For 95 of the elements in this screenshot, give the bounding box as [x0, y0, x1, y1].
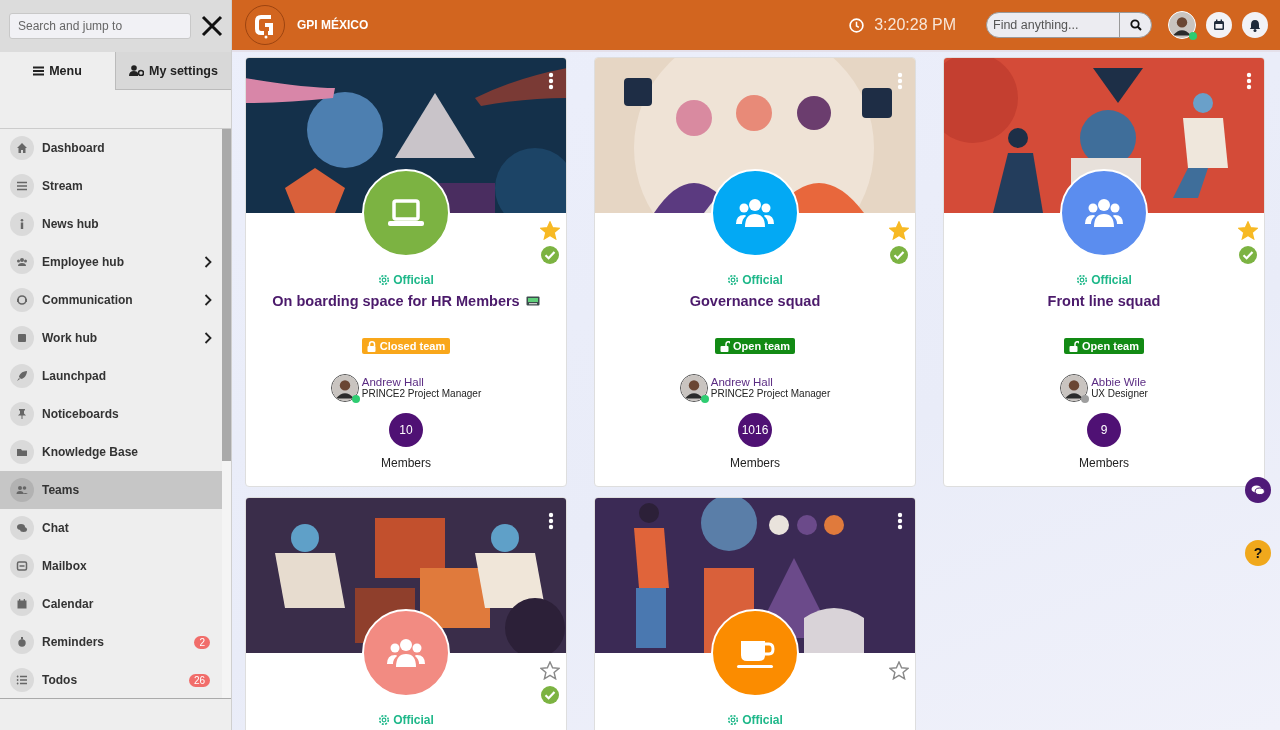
- close-icon[interactable]: [201, 15, 223, 37]
- chat-button[interactable]: [1245, 477, 1271, 503]
- star-icon[interactable]: [540, 221, 560, 240]
- menu-item-icon: [10, 288, 34, 312]
- official-label: Official: [742, 713, 783, 727]
- menu-item[interactable]: News hub: [0, 205, 222, 243]
- owner-name[interactable]: Andrew Hall: [361, 376, 482, 388]
- owner-role: PRINCE2 Project Manager: [361, 388, 482, 400]
- more-options-icon[interactable]: [548, 72, 554, 90]
- menu-item-icon: [10, 364, 34, 388]
- search-field[interactable]: Search and jump to: [9, 13, 191, 39]
- menu-item-icon: [10, 402, 34, 426]
- menu-item[interactable]: Dashboard: [0, 129, 222, 167]
- sidebar-tab[interactable]: My settings: [116, 52, 231, 90]
- star-icon[interactable]: [540, 661, 560, 680]
- member-count: 10: [389, 413, 423, 447]
- menu-item-icon: [10, 554, 34, 578]
- privacy-badge: Open team: [1064, 338, 1144, 354]
- more-options-icon[interactable]: [548, 512, 554, 530]
- gear-icon: [727, 714, 740, 726]
- menu-item[interactable]: Todos 26: [0, 661, 222, 698]
- user-avatar[interactable]: [1168, 11, 1196, 39]
- brand-name: GPI MÉXICO: [297, 18, 369, 32]
- owner-avatar[interactable]: [679, 374, 708, 402]
- gear-icon: [727, 274, 740, 286]
- owner-name[interactable]: Andrew Hall: [710, 376, 831, 388]
- menu-icon: [33, 66, 45, 76]
- help-button[interactable]: ?: [1245, 540, 1271, 566]
- gear-icon: [1076, 274, 1089, 286]
- team-title[interactable]: Governance squad: [689, 293, 821, 309]
- menu-item[interactable]: Employee hub: [0, 243, 222, 281]
- star-icon[interactable]: [889, 221, 909, 240]
- menu-item[interactable]: Calendar: [0, 585, 222, 623]
- members-label: Members: [1079, 456, 1129, 470]
- team-card[interactable]: Official Front line squad Open team Abbie Wile UX Designer 9 Members: [943, 57, 1265, 487]
- menu-item-icon: [10, 250, 34, 274]
- members-label: Members: [730, 456, 780, 470]
- menu-item-icon: [10, 478, 34, 502]
- official-label: Official: [393, 273, 434, 287]
- privacy-badge: Closed team: [361, 338, 451, 354]
- search-icon: [1129, 19, 1142, 31]
- team-card[interactable]: Official Governance squad Open team Andrew Hall PRINCE2 Project Manager 1016 Members: [594, 57, 916, 487]
- menu-item[interactable]: Stream: [0, 167, 222, 205]
- members-label: Members: [381, 456, 431, 470]
- menu-item[interactable]: Reminders 2: [0, 623, 222, 661]
- menu-item-icon: [10, 440, 34, 464]
- team-card[interactable]: Official On boarding space for HR Members Closed team Andrew Hall PRINCE2 Project Manager 10 Members: [245, 57, 567, 487]
- official-label: Official: [393, 713, 434, 727]
- gear-icon: [378, 714, 391, 726]
- menu-item-icon: [10, 592, 34, 616]
- owner-role: PRINCE2 Project Manager: [710, 388, 831, 400]
- menu-item-icon: [10, 516, 34, 540]
- sidebar-tab[interactable]: Menu: [0, 52, 116, 90]
- menu-item[interactable]: Knowledge Base: [0, 433, 222, 471]
- scrollbar-thumb[interactable]: [222, 129, 231, 461]
- team-title[interactable]: On boarding space for HR Members: [272, 293, 520, 309]
- owner-avatar[interactable]: [330, 374, 359, 402]
- search-bar[interactable]: Find anything...: [986, 12, 1152, 38]
- search-field[interactable]: Find anything...: [987, 18, 1119, 32]
- team-title[interactable]: Front line squad: [1047, 293, 1161, 309]
- menu-item-icon: [10, 212, 34, 236]
- bell-icon: [1249, 18, 1261, 32]
- menu-item[interactable]: Mailbox: [0, 547, 222, 585]
- menu-item-icon: [10, 326, 34, 350]
- star-icon[interactable]: [889, 661, 909, 680]
- menu-item-icon: [10, 136, 34, 160]
- count-badge: 26: [188, 673, 210, 687]
- menu-item-icon: [10, 668, 34, 692]
- menu-item-icon: [10, 174, 34, 198]
- clock-time: 3:20:28 PM: [874, 16, 956, 34]
- member-count: 9: [1087, 413, 1121, 447]
- chat-icon: [1251, 484, 1265, 496]
- user-settings-icon: [129, 65, 145, 76]
- more-options-icon[interactable]: [897, 512, 903, 530]
- menu-item-icon: [10, 630, 34, 654]
- calendar-button[interactable]: [1206, 12, 1232, 38]
- official-label: Official: [742, 273, 783, 287]
- menu-item[interactable]: Noticeboards: [0, 395, 222, 433]
- menu-item[interactable]: Teams: [0, 471, 222, 509]
- owner-name[interactable]: Abbie Wile: [1091, 376, 1148, 388]
- menu-item[interactable]: Launchpad: [0, 357, 222, 395]
- gear-icon: [378, 274, 391, 286]
- owner-role: UX Designer: [1091, 388, 1148, 400]
- menu-item[interactable]: Communication: [0, 281, 222, 319]
- clock-icon: [849, 17, 865, 33]
- menu-item[interactable]: Chat: [0, 509, 222, 547]
- owner-avatar[interactable]: [1060, 374, 1089, 402]
- calendar-icon: [1213, 19, 1225, 31]
- count-badge: 2: [194, 635, 210, 649]
- member-count: 1016: [738, 413, 772, 447]
- notifications-button[interactable]: [1242, 12, 1268, 38]
- menu-item[interactable]: Work hub: [0, 319, 222, 357]
- star-icon[interactable]: [1238, 221, 1258, 240]
- privacy-badge: Open team: [715, 338, 795, 354]
- official-label: Official: [1091, 273, 1132, 287]
